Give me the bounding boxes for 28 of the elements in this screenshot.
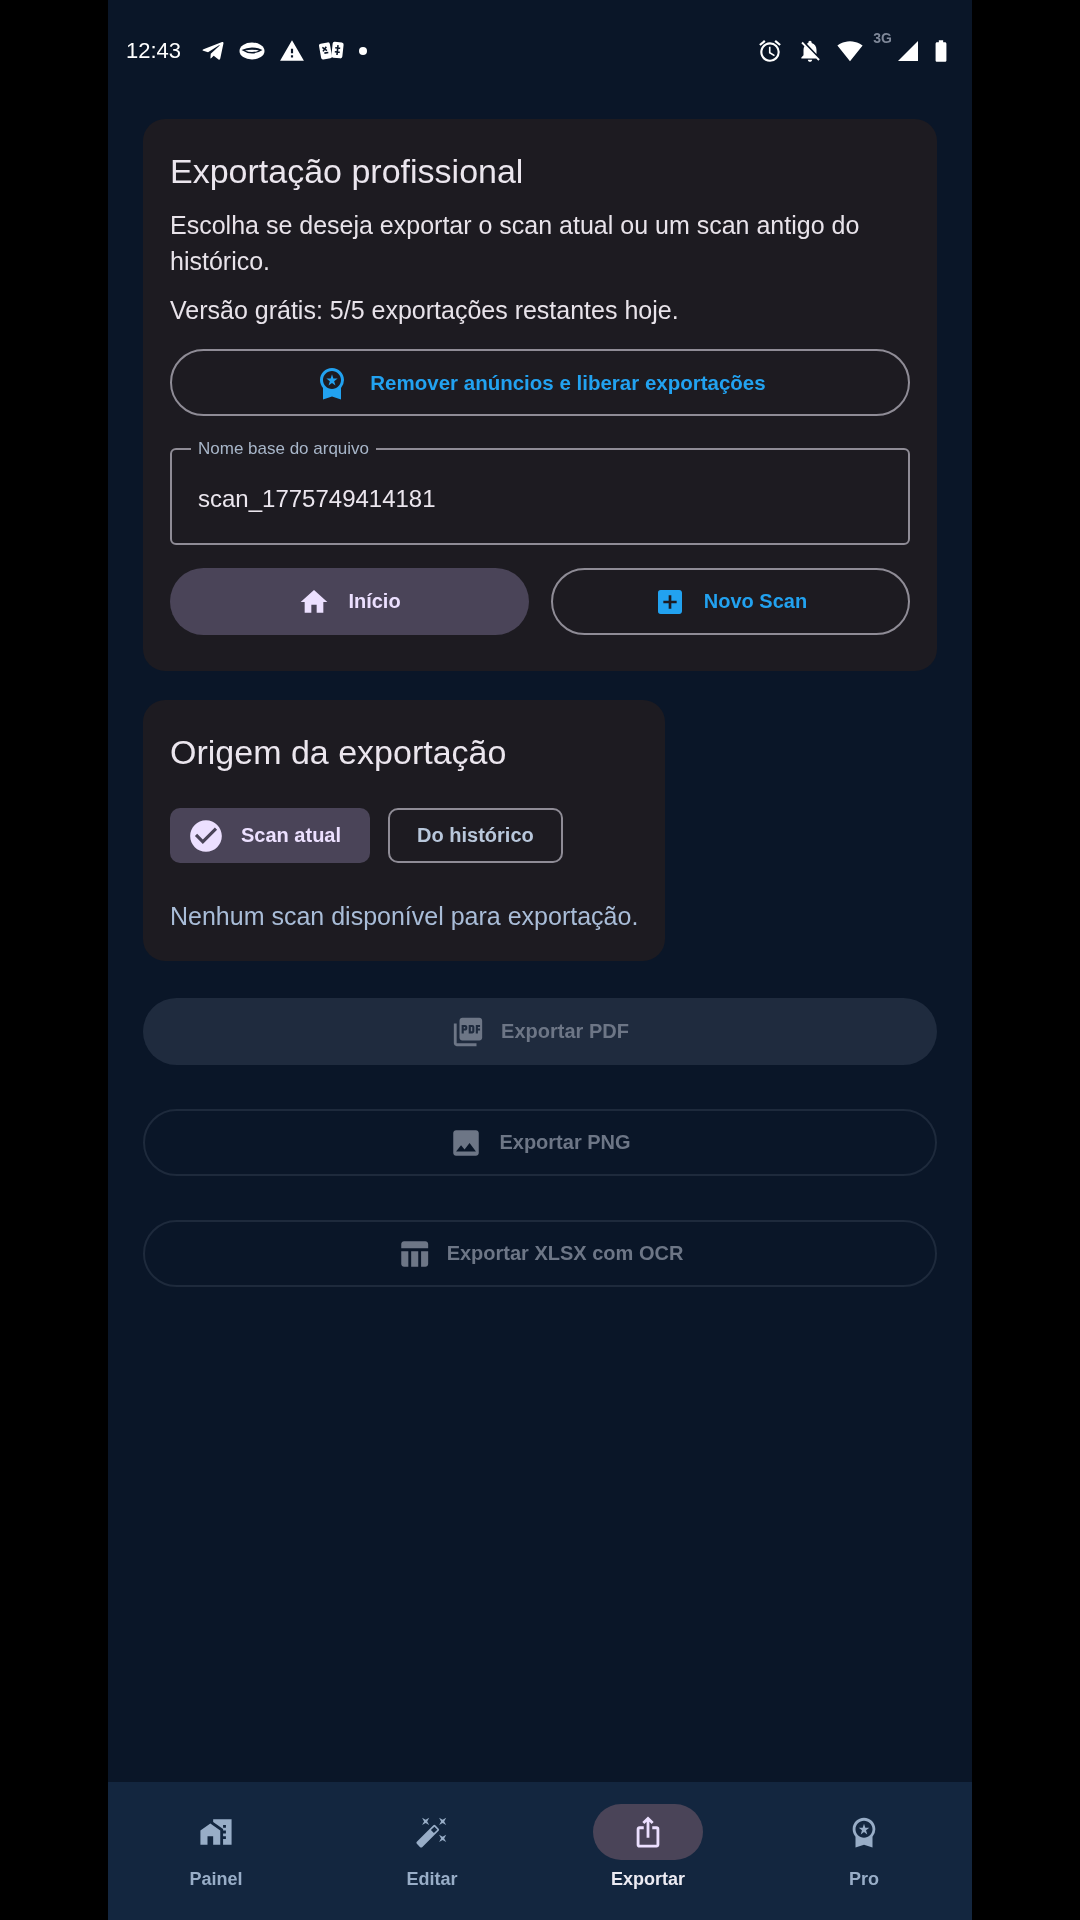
new-scan-button[interactable]: Novo Scan <box>551 568 910 635</box>
nav-tab[interactable]: Exportar <box>593 1804 703 1891</box>
empty-message: Nenhum scan disponível para exportação. <box>170 901 639 932</box>
upgrade-button[interactable]: Remover anúncios e liberar exportações <box>170 349 910 416</box>
network-type: 3G <box>873 30 892 46</box>
source-chip[interactable]: Scan atual <box>170 808 371 863</box>
disc-icon <box>239 42 266 60</box>
card-description: Escolha se deseja exportar o scan atual ou um scan antigo do histórico. <box>170 210 861 277</box>
wifi-icon <box>837 38 864 64</box>
magic-wand-icon <box>415 1815 449 1849</box>
source-chip[interactable]: Do histórico <box>388 808 563 863</box>
warning-icon <box>279 38 306 64</box>
tiles-icon <box>319 40 346 62</box>
filename-input[interactable]: scan_1775749414181 <box>198 459 882 539</box>
nav-tab[interactable]: Painel <box>161 1804 271 1891</box>
signal-icon <box>896 39 920 63</box>
paper-plane-icon <box>201 39 226 63</box>
dot-icon <box>359 47 368 55</box>
status-time: 12:43 <box>126 38 182 64</box>
quota-text: Versão grátis: 5/5 exportações restantes hoje. <box>170 295 680 326</box>
field-label: Nome base do arquivo <box>197 439 371 459</box>
card-title: Origem da exportação <box>170 732 508 772</box>
nav-tab[interactable]: Pro <box>809 1804 919 1891</box>
alarm-clock-icon <box>757 38 784 64</box>
card-title: Exportação profissional <box>170 151 525 191</box>
home-button[interactable]: Início <box>170 568 529 635</box>
filename-field[interactable]: Nome base do arquivo scan_1775749414181 <box>170 439 910 545</box>
nav-tab[interactable]: Editar <box>377 1804 487 1891</box>
